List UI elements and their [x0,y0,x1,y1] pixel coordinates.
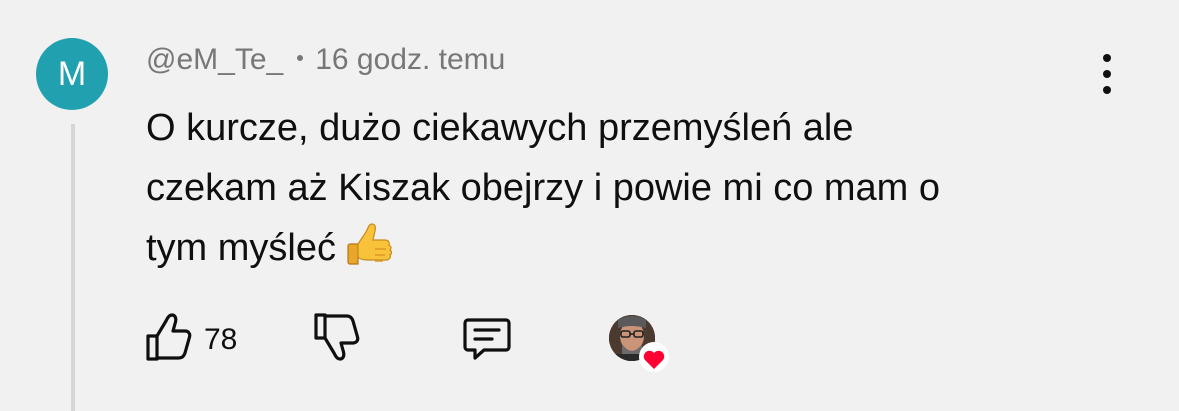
menu-dot [1103,86,1111,94]
thumbs-up-icon [144,310,194,369]
like-button[interactable]: 78 [144,310,237,369]
comment-icon [460,310,514,369]
comment-text-line-2: czekam aż Kiszak obejrzy i powie mi co m… [146,167,941,209]
creator-heart-badge[interactable] [608,314,676,378]
menu-dot [1103,70,1111,78]
dislike-button[interactable] [312,310,362,371]
thumbs-up-emoji-icon [344,222,393,286]
author-avatar[interactable]: M [36,38,108,110]
like-count: 78 [204,322,238,356]
author-name[interactable]: @eM_Te_ [146,43,283,76]
meta-separator-dot [297,55,304,62]
comment-root: M @eM_Te_ 16 godz. temu O kurcze, dużo ci… [0,0,1179,411]
avatar-letter: M [57,54,87,93]
comment-meta: @eM_Te_ 16 godz. temu [146,40,505,80]
more-options-icon[interactable] [1090,50,1124,98]
comment-text-line-1: O kurcze, dużo ciekawych przemyśleń ale [146,107,854,149]
comment-actions: 78 [0,310,1179,372]
reply-button[interactable] [460,310,514,369]
comment-text-line-3: tym myśleć [146,218,1066,286]
thumbs-down-icon [312,310,362,371]
menu-dot [1103,54,1111,62]
comment-time[interactable]: 16 godz. temu [315,43,505,76]
comment-text-line-3-text: tym myśleć [146,227,336,269]
comment-text: O kurcze, dużo ciekawych przemyśleń ale … [146,98,1066,286]
